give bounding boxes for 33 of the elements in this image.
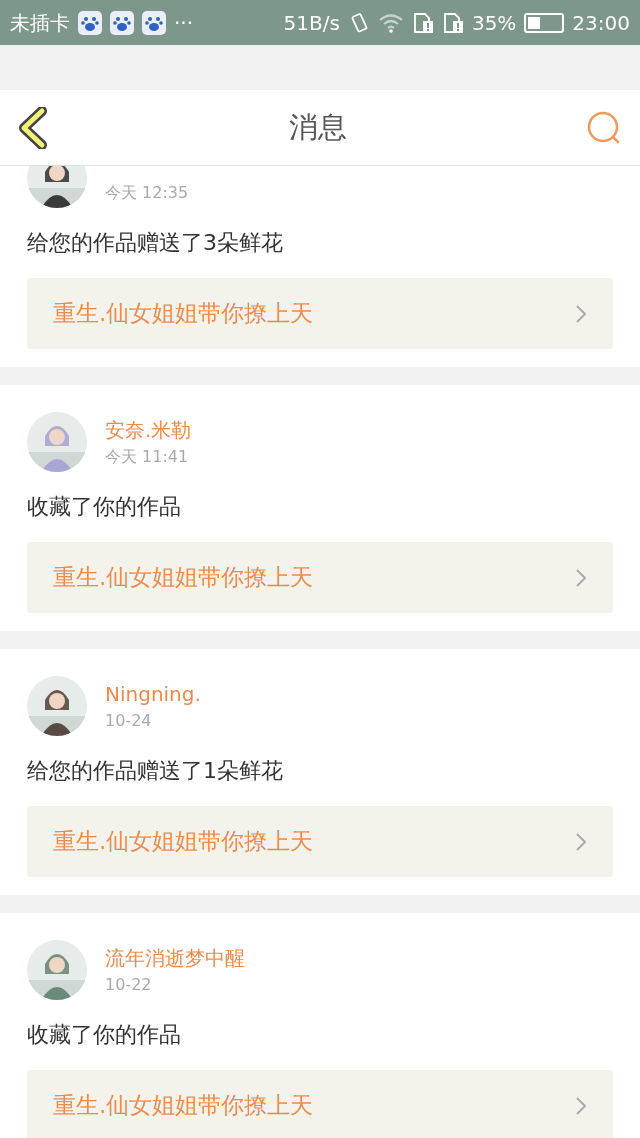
message-text: 收藏了你的作品 — [27, 493, 182, 521]
page-title: 消息 — [289, 108, 347, 146]
more-notifications: ··· — [174, 9, 194, 37]
battery-icon — [524, 12, 565, 33]
chevron-right-icon — [575, 831, 587, 852]
message-time: 今天 11:41 — [105, 447, 190, 467]
chevron-right-icon — [575, 303, 587, 324]
chevron-right-icon — [575, 567, 587, 588]
paw-app-icon — [78, 10, 102, 35]
wifi-icon — [377, 12, 404, 33]
user-name[interactable]: Ningning. — [105, 681, 201, 707]
message-time: 10-24 — [105, 711, 153, 731]
message-time: 10-22 — [105, 975, 153, 995]
work-link[interactable]: 重生.仙女姐姐带你撩上天 — [27, 542, 613, 613]
carrier-text: 未插卡 — [10, 9, 70, 37]
message-time: 今天 12:35 — [105, 183, 189, 203]
work-link[interactable]: 重生.仙女姐姐带你撩上天 — [27, 806, 613, 877]
user-name[interactable]: 流年消逝梦中醒 — [105, 945, 245, 971]
clock-time: 23:00 — [572, 9, 630, 37]
paw-app-icon — [110, 10, 134, 35]
work-link[interactable]: 重生.仙女姐姐带你撩上天 — [27, 278, 613, 349]
back-button[interactable] — [18, 105, 50, 150]
paw-app-icon — [142, 10, 166, 35]
work-link[interactable]: 重生.仙女姐姐带你撩上天 — [27, 1070, 613, 1138]
message-text: 收藏了你的作品 — [27, 1021, 182, 1049]
sim-alert-icon — [441, 11, 464, 34]
battery-percent: 35% — [471, 9, 517, 37]
user-name[interactable]: 安奈.米勒 — [105, 417, 192, 443]
sim-alert-icon — [411, 11, 434, 34]
chevron-right-icon — [575, 1095, 587, 1116]
network-speed: 51B/s — [283, 9, 340, 37]
message-text: 给您的作品赠送了3朵鲜花 — [27, 229, 284, 257]
message-text: 给您的作品赠送了1朵鲜花 — [27, 757, 284, 785]
